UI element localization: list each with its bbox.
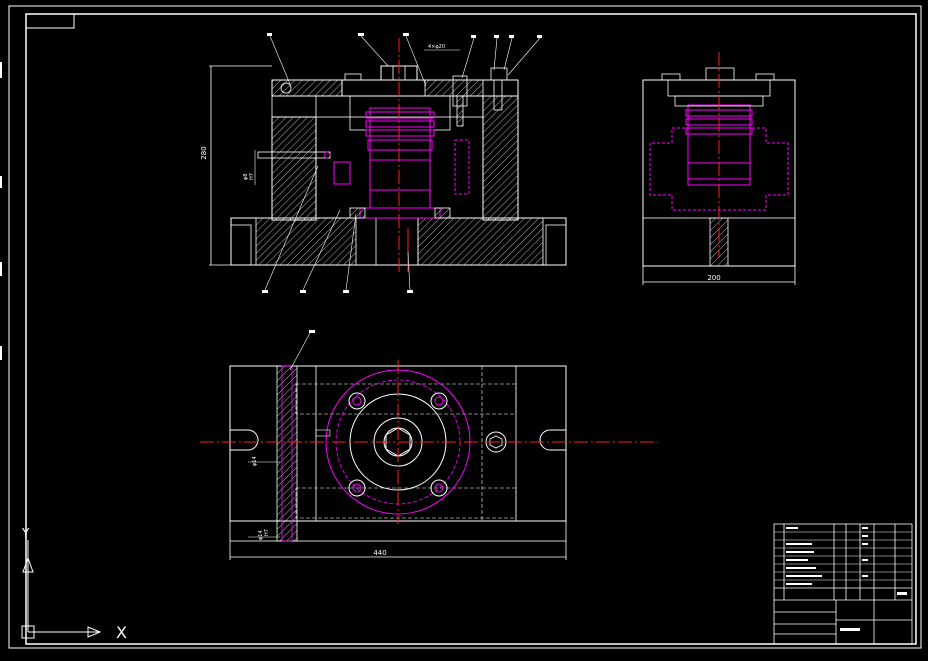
plan-callout-lower-fit: H7 — [264, 529, 270, 536]
ucs-y-label: Y — [21, 526, 30, 540]
side-view: 200 — [642, 52, 796, 285]
height-dimension-text: 280 — [200, 146, 208, 159]
plan-view: φ14 φ14 H7 440 — [200, 330, 658, 560]
width-dimension-text: 200 — [707, 274, 720, 282]
right-wall — [482, 95, 519, 221]
workpiece — [333, 107, 470, 219]
left-wall — [271, 116, 317, 221]
cad-drawing: 280 4×φ20 φ8 H7 200 φ14 φ14 H7 440 X Y — [0, 5, 922, 649]
title-block-entries — [786, 527, 907, 631]
drawing-canvas[interactable]: 280 4×φ20 φ8 H7 200 φ14 φ14 H7 440 X Y — [0, 0, 928, 657]
ucs-icon — [21, 540, 102, 639]
top-callout-text: 4×φ20 — [428, 44, 445, 50]
length-dimension — [229, 541, 567, 560]
ucs-x-label: X — [116, 623, 127, 642]
length-dimension-text: 440 — [373, 549, 386, 557]
front-view: 280 4×φ20 φ8 H7 — [200, 33, 567, 293]
top-plate — [271, 79, 343, 97]
viewport-edge-marks — [0, 62, 2, 360]
left-callout-b: H7 — [249, 173, 255, 180]
title-block-rows — [774, 531, 912, 581]
plan-callout-upper: φ14 — [252, 456, 258, 466]
